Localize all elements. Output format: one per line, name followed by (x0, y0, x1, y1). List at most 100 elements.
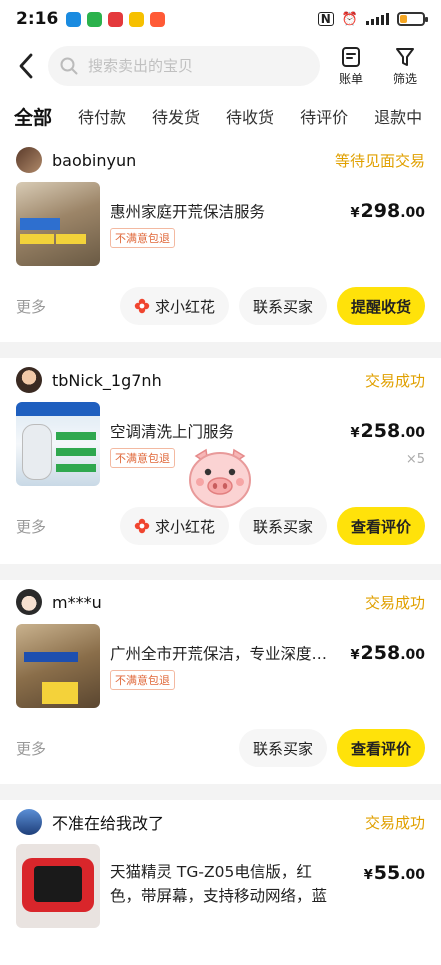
currency-symbol: ¥ (350, 206, 360, 221)
alarm-icon: ⏰ (341, 11, 358, 27)
avatar (16, 589, 42, 615)
bills-label: 账单 (338, 71, 363, 86)
price-col: ¥298.00 (350, 182, 425, 222)
price-decimal: .00 (400, 425, 425, 441)
refund-tag: 不满意包退 (110, 448, 175, 468)
order-actions: 求小红花 联系买家 查看评价 (119, 507, 425, 545)
tab-refunding[interactable]: 退款中 (374, 98, 422, 134)
more-link[interactable]: 更多 (16, 738, 46, 759)
seller-name: m***u (52, 592, 102, 612)
remind-receipt-button[interactable]: 提醒收货 (336, 287, 425, 325)
tab-all-label: 全部 (14, 106, 53, 129)
header: 账单 筛选 (0, 38, 441, 94)
status-icons: N ⏰ (317, 11, 428, 27)
contact-buyer-button[interactable]: 联系买家 (238, 507, 327, 545)
contact-buyer-button[interactable]: 联系买家 (238, 729, 327, 767)
item-row[interactable]: 天猫精灵 TG-Z05电信版，红色，带屏幕，支持移动网络，蓝 ¥55.00 (16, 844, 425, 936)
tab-pending-shipment[interactable]: 待发货 (152, 98, 200, 134)
currency-symbol: ¥ (363, 868, 373, 883)
filter-icon (396, 47, 414, 66)
nfc-icon: N (317, 12, 334, 26)
view-review-button[interactable]: 查看评价 (336, 507, 425, 545)
notification-tv-icon (108, 11, 124, 27)
action-row: 更多 求小红花 联系买家 提醒收货 (16, 274, 425, 338)
price-integer: 258 (360, 420, 401, 442)
item-price: ¥258.00 (350, 642, 425, 664)
price-col: ¥55.00 (363, 844, 425, 884)
tab-pending-payment[interactable]: 待付款 (78, 98, 126, 134)
seller-row[interactable]: baobinyun 等待见面交易 (16, 138, 425, 182)
notification-app-icon-2 (150, 11, 166, 27)
view-review-button[interactable]: 查看评价 (336, 729, 425, 767)
price-col: ¥258.00 (350, 624, 425, 664)
item-title: 惠州家庭开荒保洁服务 (110, 203, 266, 221)
ask-flower-label: 求小红花 (154, 297, 215, 316)
order-card: baobinyun 等待见面交易 惠州家庭开荒保洁服务 不满意包退 ¥298.0… (0, 138, 441, 342)
status-time: 2:16 (16, 9, 59, 29)
item-info: 惠州家庭开荒保洁服务 不满意包退 (110, 182, 350, 248)
notification-taobao-icon (129, 11, 145, 27)
red-flower-icon (134, 298, 150, 314)
ask-flower-button[interactable]: 求小红花 (119, 507, 229, 545)
search-box[interactable] (48, 46, 320, 86)
order-tabs: 全部 待付款 待发货 待收货 待评价 退款中 (0, 94, 441, 138)
status-bar: 2:16 N ⏰ (0, 0, 441, 38)
bills-button[interactable]: 账单 (328, 46, 374, 87)
price-decimal: .00 (400, 867, 425, 883)
avatar (16, 367, 42, 393)
back-icon[interactable] (6, 44, 46, 88)
order-status: 交易成功 (364, 813, 425, 832)
filter-button[interactable]: 筛选 (382, 46, 428, 87)
item-title: 空调清洗上门服务 (110, 423, 235, 441)
more-link[interactable]: 更多 (16, 296, 46, 317)
tab-pending-review[interactable]: 待评价 (300, 98, 348, 134)
pig-sticker-icon[interactable] (186, 446, 254, 510)
avatar (16, 147, 42, 173)
red-flower-icon (134, 518, 150, 534)
price-decimal: .00 (400, 647, 425, 663)
ask-flower-button[interactable]: 求小红花 (119, 287, 229, 325)
item-info: 广州全市开荒保洁，专业深度… 不满意包退 (110, 624, 350, 690)
seller-row[interactable]: tbNick_1g7nh 交易成功 (16, 358, 425, 402)
wechat-icon (87, 11, 103, 27)
filter-label: 筛选 (392, 71, 417, 86)
refund-tag: 不满意包退 (110, 670, 175, 690)
product-thumbnail (16, 402, 100, 486)
item-title: 广州全市开荒保洁，专业深度… (110, 645, 328, 663)
currency-symbol: ¥ (350, 426, 360, 441)
order-status: 等待见面交易 (334, 151, 425, 170)
product-thumbnail (16, 182, 100, 266)
order-status: 交易成功 (364, 593, 425, 612)
seller-row[interactable]: m***u 交易成功 (16, 580, 425, 624)
more-link[interactable]: 更多 (16, 516, 46, 537)
price-integer: 258 (360, 642, 401, 664)
order-status: 交易成功 (364, 371, 425, 390)
price-integer: 55 (373, 862, 401, 884)
currency-symbol: ¥ (350, 648, 360, 663)
item-quantity: ×5 (405, 452, 425, 467)
price-col: ¥258.00 ×5 (350, 402, 425, 467)
battery-icon (397, 12, 428, 26)
seller-name: tbNick_1g7nh (52, 370, 162, 390)
signal-icon (366, 13, 389, 25)
ask-flower-label: 求小红花 (154, 517, 215, 536)
tab-pending-receipt[interactable]: 待收货 (226, 98, 274, 134)
item-title: 天猫精灵 TG-Z05电信版，红色，带屏幕，支持移动网络，蓝 (110, 863, 328, 905)
order-card: 不准在给我改了 交易成功 天猫精灵 TG-Z05电信版，红色，带屏幕，支持移动网… (0, 800, 441, 965)
seller-row[interactable]: 不准在给我改了 交易成功 (16, 800, 425, 844)
seller-name: baobinyun (52, 150, 137, 170)
item-price: ¥55.00 (363, 862, 425, 884)
item-price: ¥258.00 (350, 420, 425, 442)
tab-all[interactable]: 全部 (14, 97, 52, 136)
item-price: ¥298.00 (350, 200, 425, 222)
contact-buyer-button[interactable]: 联系买家 (238, 287, 327, 325)
search-input[interactable] (88, 57, 308, 75)
price-integer: 298 (360, 200, 401, 222)
bill-icon (342, 46, 360, 67)
price-decimal: .00 (400, 205, 425, 221)
item-row[interactable]: 广州全市开荒保洁，专业深度… 不满意包退 ¥258.00 (16, 624, 425, 716)
order-actions: 联系买家 查看评价 (238, 729, 425, 767)
item-info: 天猫精灵 TG-Z05电信版，红色，带屏幕，支持移动网络，蓝 (110, 844, 363, 908)
item-row[interactable]: 惠州家庭开荒保洁服务 不满意包退 ¥298.00 (16, 182, 425, 274)
product-thumbnail (16, 624, 100, 708)
